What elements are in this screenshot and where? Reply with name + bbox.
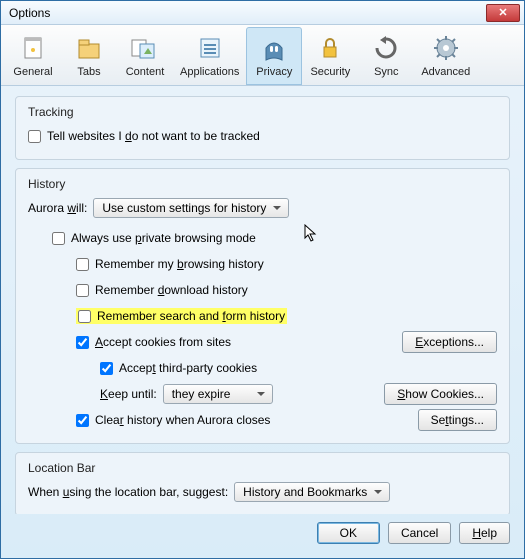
aurora-will-label: Aurora will: xyxy=(28,201,87,215)
keep-until-value: they expire xyxy=(172,387,231,401)
content-icon xyxy=(129,32,161,64)
tab-advanced[interactable]: Advanced xyxy=(414,27,477,85)
always-private-checkbox[interactable] xyxy=(52,232,65,245)
privacy-icon xyxy=(258,32,290,64)
history-mode-value: Use custom settings for history xyxy=(102,201,266,215)
tab-tabs[interactable]: Tabs xyxy=(61,27,117,85)
clear-on-close-checkbox[interactable] xyxy=(76,414,89,427)
remember-browsing-checkbox[interactable] xyxy=(76,258,89,271)
content-area: Tracking Tell websites I do not want to … xyxy=(1,86,524,514)
ok-button[interactable]: OK xyxy=(317,522,380,544)
tabs-icon xyxy=(73,32,105,64)
tab-privacy[interactable]: Privacy xyxy=(246,27,302,85)
accept-cookies-label[interactable]: Accept cookies from sites xyxy=(95,335,231,349)
close-icon: ✕ xyxy=(498,6,507,19)
options-window: Options ✕ General Tabs Content xyxy=(0,0,525,559)
tab-sync[interactable]: Sync xyxy=(358,27,414,85)
keep-until-label: Keep until: xyxy=(100,387,157,401)
security-icon xyxy=(314,32,346,64)
settings-button[interactable]: Settings... xyxy=(418,409,497,431)
tab-general-label: General xyxy=(13,66,52,78)
suggest-value: History and Bookmarks xyxy=(243,485,367,499)
location-bar-group: Location Bar When using the location bar… xyxy=(15,452,510,514)
remember-download-checkbox[interactable] xyxy=(76,284,89,297)
suggest-label: When using the location bar, suggest: xyxy=(28,485,228,499)
show-cookies-button[interactable]: Show Cookies... xyxy=(384,383,497,405)
tab-security[interactable]: Security xyxy=(302,27,358,85)
tracking-title: Tracking xyxy=(28,105,497,119)
accept-third-party-label[interactable]: Accept third-party cookies xyxy=(119,361,257,375)
sync-icon xyxy=(370,32,402,64)
clear-on-close-label[interactable]: Clear history when Aurora closes xyxy=(95,413,270,427)
tab-content-label: Content xyxy=(126,66,165,78)
remember-download-label[interactable]: Remember download history xyxy=(95,283,248,297)
do-not-track-checkbox[interactable] xyxy=(28,130,41,143)
accept-cookies-checkbox[interactable] xyxy=(76,336,89,349)
tracking-group: Tracking Tell websites I do not want to … xyxy=(15,96,510,160)
tab-applications-label: Applications xyxy=(180,66,239,78)
remember-search-form-label[interactable]: Remember search and form history xyxy=(97,309,285,323)
remember-browsing-label[interactable]: Remember my browsing history xyxy=(95,257,264,271)
tab-security-label: Security xyxy=(310,66,350,78)
exceptions-button[interactable]: Exceptions... xyxy=(402,331,497,353)
cancel-button[interactable]: Cancel xyxy=(388,522,451,544)
general-icon xyxy=(17,32,49,64)
keep-until-dropdown[interactable]: they expire xyxy=(163,384,273,404)
tab-advanced-label: Advanced xyxy=(421,66,470,78)
applications-icon xyxy=(194,32,226,64)
close-button[interactable]: ✕ xyxy=(486,4,520,22)
tab-content[interactable]: Content xyxy=(117,27,173,85)
tab-general[interactable]: General xyxy=(5,27,61,85)
history-group: History Aurora will: Use custom settings… xyxy=(15,168,510,444)
location-bar-title: Location Bar xyxy=(28,461,497,475)
tab-privacy-label: Privacy xyxy=(256,66,292,78)
do-not-track-label[interactable]: Tell websites I do not want to be tracke… xyxy=(47,129,260,143)
tab-sync-label: Sync xyxy=(374,66,398,78)
tab-applications[interactable]: Applications xyxy=(173,27,246,85)
help-button[interactable]: Help xyxy=(459,522,510,544)
remember-search-form-checkbox[interactable] xyxy=(78,310,91,323)
history-title: History xyxy=(28,177,497,191)
dialog-footer: OK Cancel Help xyxy=(1,514,524,558)
category-toolbar: General Tabs Content Applications Privac… xyxy=(1,25,524,86)
accept-third-party-checkbox[interactable] xyxy=(100,362,113,375)
window-title: Options xyxy=(5,6,50,20)
titlebar: Options ✕ xyxy=(1,1,524,25)
always-private-label[interactable]: Always use private browsing mode xyxy=(71,231,256,245)
tab-tabs-label: Tabs xyxy=(77,66,100,78)
history-mode-dropdown[interactable]: Use custom settings for history xyxy=(93,198,289,218)
advanced-icon xyxy=(430,32,462,64)
suggest-dropdown[interactable]: History and Bookmarks xyxy=(234,482,390,502)
